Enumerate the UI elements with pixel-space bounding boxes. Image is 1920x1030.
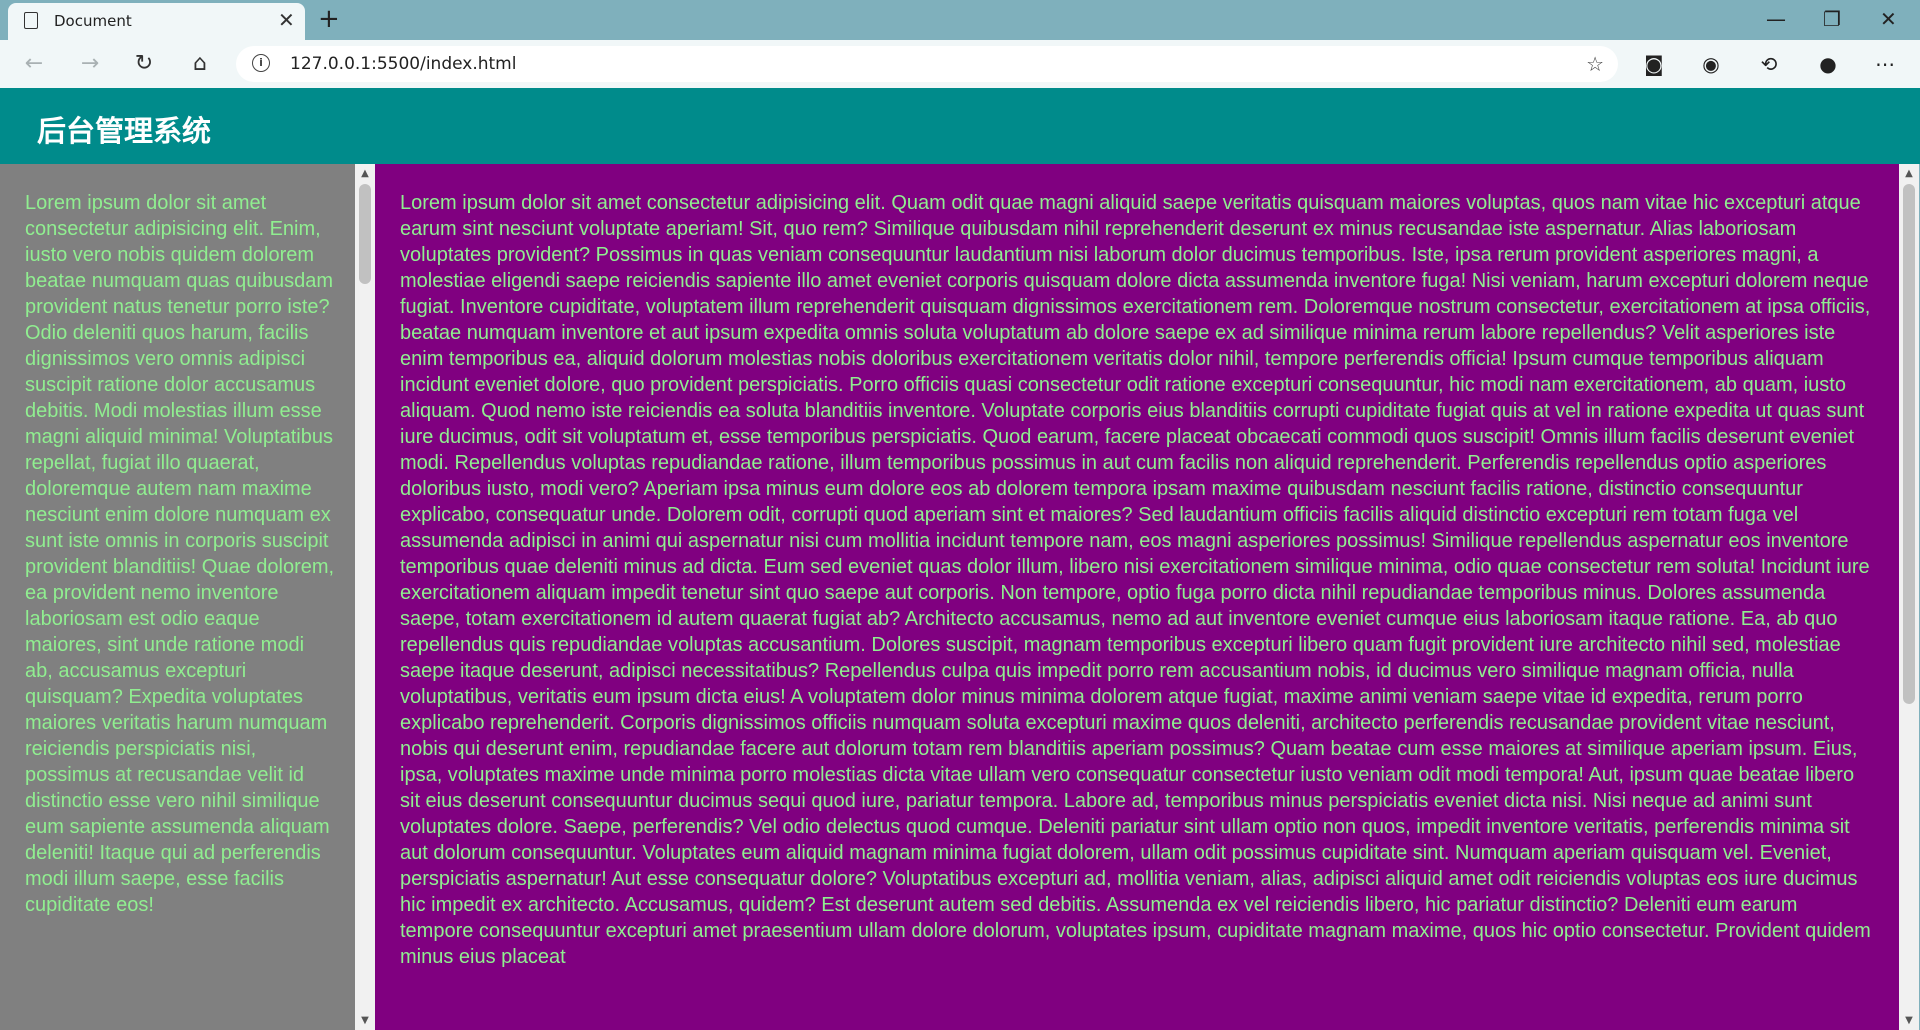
sidebar: Lorem ipsum dolor sit amet consectetur a… xyxy=(0,164,355,1030)
sidebar-scroll-thumb[interactable] xyxy=(359,184,371,284)
profile-icon[interactable]: ● xyxy=(1814,50,1842,78)
scroll-down-icon[interactable]: ▼ xyxy=(355,1015,375,1026)
sidebar-scrollbar[interactable]: ▲ ▼ xyxy=(355,164,375,1030)
close-tab-icon[interactable]: ✕ xyxy=(278,9,295,31)
scroll-up-icon[interactable]: ▲ xyxy=(355,168,375,179)
home-icon[interactable]: ⌂ xyxy=(184,48,216,80)
address-bar[interactable]: i 127.0.0.1:5500/index.html ☆ xyxy=(236,46,1618,82)
browser-tab[interactable]: Document ✕ xyxy=(8,3,305,40)
address-url[interactable]: 127.0.0.1:5500/index.html xyxy=(290,54,516,74)
site-info-icon[interactable]: i xyxy=(252,54,270,72)
sidebar-text: Lorem ipsum dolor sit amet consectetur a… xyxy=(25,192,335,916)
scroll-up-icon[interactable]: ▲ xyxy=(1899,168,1919,179)
app-header: 后台管理系统 xyxy=(0,88,1920,164)
browser-tab-strip: Document ✕ + — ❐ ✕ xyxy=(0,0,1920,40)
app-title: 后台管理系统 xyxy=(37,114,212,148)
window-close-icon[interactable]: ✕ xyxy=(1880,6,1897,32)
minimize-icon[interactable]: — xyxy=(1766,6,1786,32)
scroll-down-icon[interactable]: ▼ xyxy=(1899,1015,1919,1026)
main-scrollbar[interactable]: ▲ ▼ xyxy=(1899,164,1919,1030)
reload-icon[interactable]: ↻ xyxy=(128,48,160,80)
tab-title: Document xyxy=(54,12,132,30)
favorite-icon[interactable]: ☆ xyxy=(1586,52,1604,76)
main-content: Lorem ipsum dolor sit amet consectetur a… xyxy=(375,164,1899,1030)
back-icon[interactable]: ← xyxy=(18,48,50,80)
more-icon[interactable]: ⋯ xyxy=(1871,50,1899,78)
history-icon[interactable]: ⟲ xyxy=(1755,50,1783,78)
forward-icon[interactable]: → xyxy=(74,48,106,80)
collections-icon[interactable]: ◙ xyxy=(1640,50,1668,78)
main-text: Lorem ipsum dolor sit amet consectetur a… xyxy=(400,192,1871,968)
document-icon xyxy=(24,12,38,29)
extension-icon[interactable]: ◉ xyxy=(1697,50,1725,78)
main-scroll-thumb[interactable] xyxy=(1903,184,1915,704)
browser-toolbar: ← → ↻ ⌂ i 127.0.0.1:5500/index.html ☆ ◙ … xyxy=(0,40,1920,88)
new-tab-icon[interactable]: + xyxy=(318,3,340,35)
restore-icon[interactable]: ❐ xyxy=(1823,6,1841,32)
